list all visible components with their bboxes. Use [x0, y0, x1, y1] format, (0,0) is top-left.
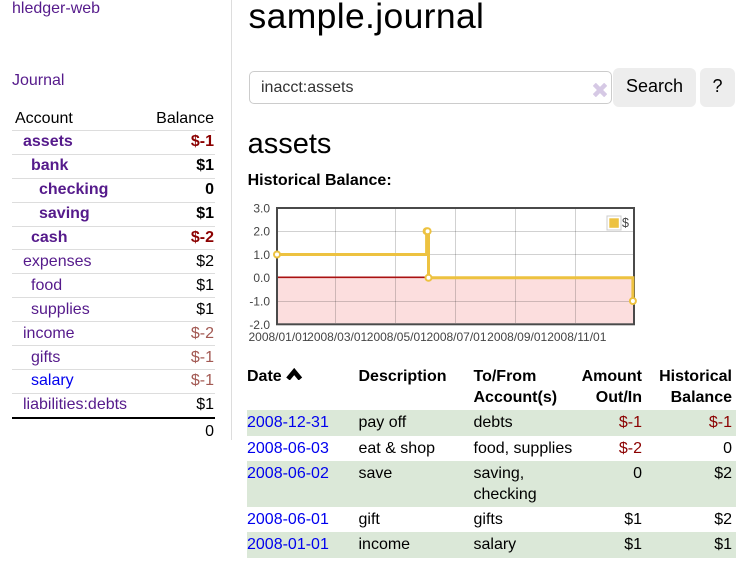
svg-text:1.0: 1.0	[253, 248, 270, 262]
svg-text:2008/01/01: 2008/01/01	[248, 330, 308, 344]
svg-text:3.0: 3.0	[253, 201, 270, 215]
svg-text:-1.0: -1.0	[249, 295, 270, 309]
svg-text:2008/03/01: 2008/03/01	[307, 330, 367, 344]
svg-text:$: $	[622, 216, 629, 230]
svg-text:2008/09/01: 2008/09/01	[487, 330, 547, 344]
svg-text:2008/07/01: 2008/07/01	[426, 330, 486, 344]
svg-text:2008/11/01: 2008/11/01	[547, 330, 606, 344]
svg-text:0.0: 0.0	[253, 271, 270, 285]
svg-text:2008/05/01: 2008/05/01	[367, 330, 427, 344]
svg-text:2.0: 2.0	[253, 225, 270, 239]
